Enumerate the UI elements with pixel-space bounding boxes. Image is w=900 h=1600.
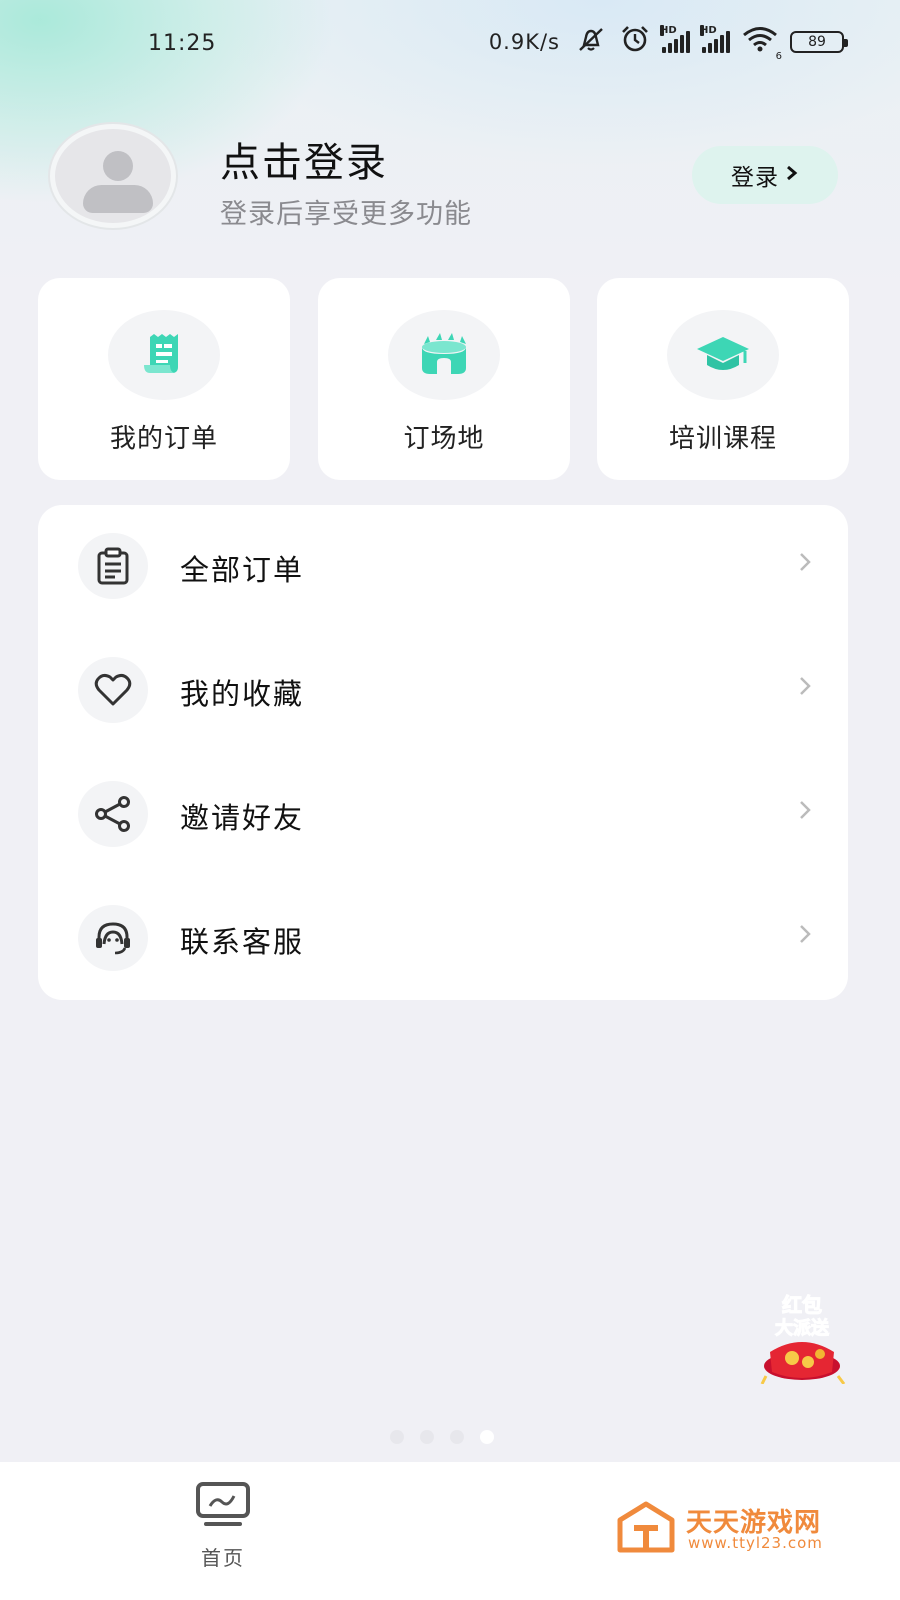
login-prompt-subtitle: 登录后享受更多功能 — [220, 199, 472, 230]
menu-list: 全部订单 我的收藏 邀请好友 联系客服 — [38, 505, 848, 1000]
menu-item-label: 联系客服 — [180, 925, 305, 959]
mute-icon — [574, 26, 608, 58]
chevron-right-icon — [798, 799, 812, 825]
quick-action-label: 订场地 — [403, 424, 485, 454]
login-button-label: 登录 — [731, 165, 779, 191]
headset-icon — [78, 905, 148, 971]
alarm-icon — [620, 25, 650, 59]
nav-tab-home-label: 首页 — [201, 1546, 245, 1570]
watermark-logo-icon — [617, 1501, 675, 1553]
chevron-right-icon — [798, 923, 812, 949]
chevron-right-icon — [785, 162, 799, 188]
battery-icon: 89 — [790, 31, 848, 53]
red-packet-line1: 红包 — [782, 1293, 822, 1317]
avatar-placeholder-body — [83, 185, 153, 213]
quick-action-book-venue[interactable]: 订场地 — [318, 278, 570, 480]
login-prompt-title[interactable]: 点击登录 — [220, 130, 388, 188]
red-packet-line2: 大派送 — [775, 1317, 830, 1338]
status-indicators: 0.9K/s HD HD 6 89 — [488, 25, 848, 62]
site-watermark: 天天游戏网 www.ttyl23.com — [616, 1500, 846, 1556]
cell-signal-icon-2: HD — [700, 25, 730, 53]
page-dot[interactable] — [420, 1430, 434, 1444]
watermark-url: www.ttyl23.com — [688, 1534, 823, 1552]
monitor-icon — [196, 1482, 250, 1526]
share-icon — [78, 781, 148, 847]
menu-item-label: 全部订单 — [180, 553, 305, 587]
login-button[interactable]: 登录 — [692, 146, 838, 204]
menu-item-label: 我的收藏 — [180, 677, 305, 711]
menu-item-label: 邀请好友 — [180, 801, 305, 835]
page-dot[interactable] — [450, 1430, 464, 1444]
nav-tab-home[interactable]: 首页 — [190, 1480, 256, 1570]
cell-signal-icon-1: HD — [660, 25, 690, 53]
page-dot-active[interactable] — [480, 1430, 494, 1444]
wifi-badge: 6 — [775, 51, 782, 62]
network-speed: 0.9K/s — [488, 30, 560, 54]
graduation-cap-icon — [667, 310, 779, 400]
avatar[interactable] — [50, 124, 176, 228]
menu-item-all-orders[interactable]: 全部订单 — [38, 505, 848, 629]
red-packet-promo-button[interactable]: 红包 大派送 — [756, 1292, 848, 1385]
hd-badge: HD — [660, 25, 677, 36]
battery-level: 89 — [808, 34, 826, 50]
quick-action-my-orders[interactable]: 我的订单 — [38, 278, 290, 480]
stadium-icon — [388, 310, 500, 400]
page-dot[interactable] — [390, 1430, 404, 1444]
quick-action-label: 我的订单 — [109, 424, 218, 454]
quick-action-label: 培训课程 — [668, 424, 777, 454]
chevron-right-icon — [798, 551, 812, 577]
quick-action-training-courses[interactable]: 培训课程 — [597, 278, 849, 480]
heart-icon — [78, 657, 148, 723]
receipt-icon — [108, 310, 220, 400]
chevron-right-icon — [798, 675, 812, 701]
status-bar: 11:25 0.9K/s HD HD 6 89 — [0, 0, 900, 86]
status-time: 11:25 — [148, 30, 217, 56]
hd-badge: HD — [700, 25, 717, 36]
avatar-placeholder-head — [103, 151, 133, 181]
clipboard-icon — [78, 533, 148, 599]
wifi-icon: 6 — [742, 26, 782, 62]
menu-item-customer-service[interactable]: 联系客服 — [38, 877, 848, 1001]
menu-item-invite-friends[interactable]: 邀请好友 — [38, 753, 848, 877]
menu-item-favorites[interactable]: 我的收藏 — [38, 629, 848, 753]
page-indicator — [390, 1430, 494, 1444]
